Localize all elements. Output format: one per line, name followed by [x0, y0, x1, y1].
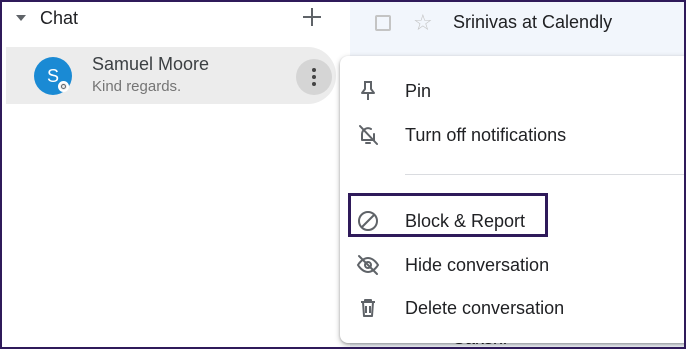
- presence-status-icon: [58, 81, 69, 92]
- pin-icon: [361, 81, 375, 100]
- menu-item-turn-off-notifications[interactable]: Turn off notifications: [340, 115, 684, 155]
- collapse-caret-icon[interactable]: [16, 15, 26, 21]
- conversation-name: Samuel Moore: [92, 54, 210, 74]
- chat-section-title: Chat: [40, 8, 79, 28]
- select-checkbox[interactable]: [375, 15, 391, 31]
- more-vert-icon: [312, 68, 316, 72]
- chat-section-header[interactable]: Chat: [2, 2, 350, 42]
- chat-panel: Chat S Samuel Moore Kind regards.: [2, 2, 350, 347]
- conversation-preview: Kind regards.: [92, 78, 182, 95]
- visibility-off-icon: [356, 255, 380, 275]
- trash-icon: [361, 299, 375, 317]
- more-vert-icon: [312, 75, 316, 79]
- menu-item-hide-conversation[interactable]: Hide conversation: [340, 245, 684, 285]
- start-chat-button[interactable]: [300, 5, 324, 29]
- conversation-item[interactable]: S Samuel Moore Kind regards.: [6, 47, 336, 104]
- menu-item-delete-conversation[interactable]: Delete conversation: [340, 288, 684, 328]
- email-sender: Srinivas at Calendly: [453, 12, 613, 32]
- more-options-button[interactable]: [296, 59, 332, 95]
- notifications-off-icon: [359, 125, 378, 145]
- menu-item-block-report[interactable]: Block & Report: [340, 201, 684, 241]
- menu-item-label: Block & Report: [405, 211, 526, 231]
- plus-icon: [303, 8, 321, 26]
- screenshot-frame: Chat S Samuel Moore Kind regards. ☆ Srin…: [0, 0, 686, 349]
- menu-item-label: Pin: [405, 81, 432, 101]
- menu-divider: [405, 174, 684, 175]
- email-row[interactable]: ☆ Srinivas at Calendly: [350, 2, 684, 46]
- menu-item-label: Delete conversation: [405, 298, 565, 318]
- block-icon: [358, 211, 378, 231]
- menu-item-label: Hide conversation: [405, 255, 550, 275]
- conversation-context-menu: Pin Turn off notifications Block & Repor…: [340, 56, 684, 343]
- menu-item-label: Turn off notifications: [405, 125, 567, 145]
- more-vert-icon: [312, 82, 316, 86]
- star-icon[interactable]: ☆: [413, 10, 433, 36]
- menu-item-pin[interactable]: Pin: [340, 71, 684, 111]
